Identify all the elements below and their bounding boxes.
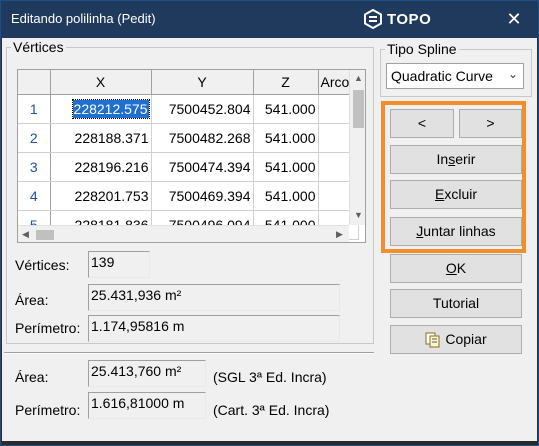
cell-z[interactable]: 541.000	[253, 94, 319, 124]
row-number[interactable]: 3	[18, 152, 51, 182]
copy-icon	[425, 332, 440, 348]
column-header-y[interactable]: Y	[151, 70, 254, 95]
row-number[interactable]: 2	[18, 123, 51, 153]
pedit-dialog: Editando polilinha (Pedit) TOPO ✕ Vértic…	[0, 0, 539, 446]
cell-y[interactable]: 7500469.394	[151, 181, 254, 211]
cell-z[interactable]: 541.000	[253, 123, 319, 153]
dialog-client: Vértices X Y Z Arco 1 228212.575 7500452…	[2, 38, 537, 441]
logo-text: TOPO	[387, 10, 432, 28]
perimeter-value: 1.174,95816 m	[88, 315, 340, 342]
table-row[interactable]: 4 228201.753 7500469.394 541.000	[18, 181, 359, 211]
vertical-scroll-thumb[interactable]	[353, 90, 364, 128]
scroll-right-icon[interactable]: ▶	[336, 229, 343, 240]
incra-area-value: 25.413,760 m²	[88, 360, 206, 387]
incra-perimeter-note: (Cart. 3ª Ed. Incra)	[213, 402, 330, 418]
delete-button[interactable]: Excluir	[390, 180, 522, 209]
incra-area-label: Área:	[15, 369, 49, 385]
ok-label-accel: O	[445, 260, 457, 276]
vertices-count-label: Vértices:	[15, 257, 70, 273]
cell-z[interactable]: 541.000	[253, 181, 319, 211]
column-header-x[interactable]: X	[50, 70, 152, 95]
spline-type-select[interactable]: Quadratic Curve ⌄	[386, 63, 524, 89]
table-row[interactable]: 1 228212.575 7500452.804 541.000	[18, 94, 359, 124]
row-number[interactable]: 1	[18, 94, 51, 124]
join-label-post: untar linhas	[423, 223, 496, 239]
topo-logo: TOPO	[363, 9, 431, 29]
scroll-down-icon[interactable]: ▼	[354, 210, 363, 220]
spline-group-label: Tipo Spline	[385, 41, 459, 57]
cell-x[interactable]: 228188.371	[50, 123, 152, 153]
scroll-up-icon[interactable]: ▲	[354, 73, 363, 83]
close-button[interactable]: ✕	[501, 7, 527, 31]
next-vertex-button[interactable]: >	[459, 109, 522, 138]
scroll-left-icon[interactable]: ◀	[22, 229, 29, 240]
insert-label-post: erir	[455, 151, 476, 167]
area-value: 25.431,936 m²	[88, 284, 340, 311]
area-label: Área:	[15, 292, 49, 308]
join-lines-button[interactable]: Juntar linhas	[390, 217, 522, 246]
prev-vertex-button[interactable]: <	[390, 109, 454, 138]
cell-x[interactable]: 228196.216	[50, 152, 152, 182]
ok-label-post: K	[456, 260, 467, 276]
cell-y[interactable]: 7500452.804	[151, 94, 254, 124]
delete-label-accel: E	[434, 186, 445, 202]
table-row[interactable]: 3 228196.216 7500474.394 541.000	[18, 152, 359, 182]
cell-y[interactable]: 7500482.268	[151, 123, 254, 153]
grid-header-row: X Y Z Arco	[18, 70, 359, 95]
cell-x-value: 228212.575	[71, 98, 150, 119]
vertices-grid[interactable]: X Y Z Arco 1 228212.575 7500452.804 541.…	[17, 69, 366, 243]
vertices-table: X Y Z Arco 1 228212.575 7500452.804 541.…	[18, 70, 359, 240]
cell-y[interactable]: 7500474.394	[151, 152, 254, 182]
spline-type-value: Quadratic Curve	[391, 68, 493, 84]
insert-label-pre: In	[436, 151, 449, 167]
cell-x[interactable]: 228212.575	[50, 94, 152, 124]
table-row[interactable]: 2 228188.371 7500482.268 541.000	[18, 123, 359, 153]
cell-z[interactable]: 541.000	[253, 152, 319, 182]
title-bar: Editando polilinha (Pedit) TOPO ✕	[1, 1, 538, 38]
row-number[interactable]: 4	[18, 181, 51, 211]
tutorial-button[interactable]: Tutorial	[390, 289, 522, 318]
copy-label: Copiar	[445, 331, 487, 347]
chevron-down-icon: ⌄	[507, 67, 518, 81]
ok-button[interactable]: OK	[390, 254, 522, 283]
perimeter-label: Perímetro:	[15, 320, 81, 336]
column-header-z[interactable]: Z	[253, 70, 319, 95]
vertices-count-value: 139	[88, 251, 150, 278]
incra-perimeter-label: Perímetro:	[15, 402, 81, 418]
horizontal-scroll-thumb[interactable]	[36, 230, 54, 240]
copy-button[interactable]: Copiar	[390, 325, 522, 354]
vertical-scrollbar[interactable]: ▲ ▼	[349, 70, 365, 225]
grid-corner	[18, 70, 51, 95]
topo-logo-icon	[364, 9, 382, 29]
horizontal-scrollbar[interactable]: ◀ ▶	[18, 225, 349, 242]
delete-label-post: xcluir	[444, 186, 477, 202]
window-title: Editando polilinha (Pedit)	[11, 11, 156, 26]
section-divider	[4, 352, 374, 354]
incra-perimeter-value: 1.616,81000 m	[88, 392, 206, 419]
insert-button[interactable]: Inserir	[390, 145, 522, 174]
cell-x[interactable]: 228201.753	[50, 181, 152, 211]
incra-area-note: (SGL 3ª Ed. Incra)	[213, 369, 327, 385]
vertices-group-label: Vértices	[11, 39, 66, 55]
